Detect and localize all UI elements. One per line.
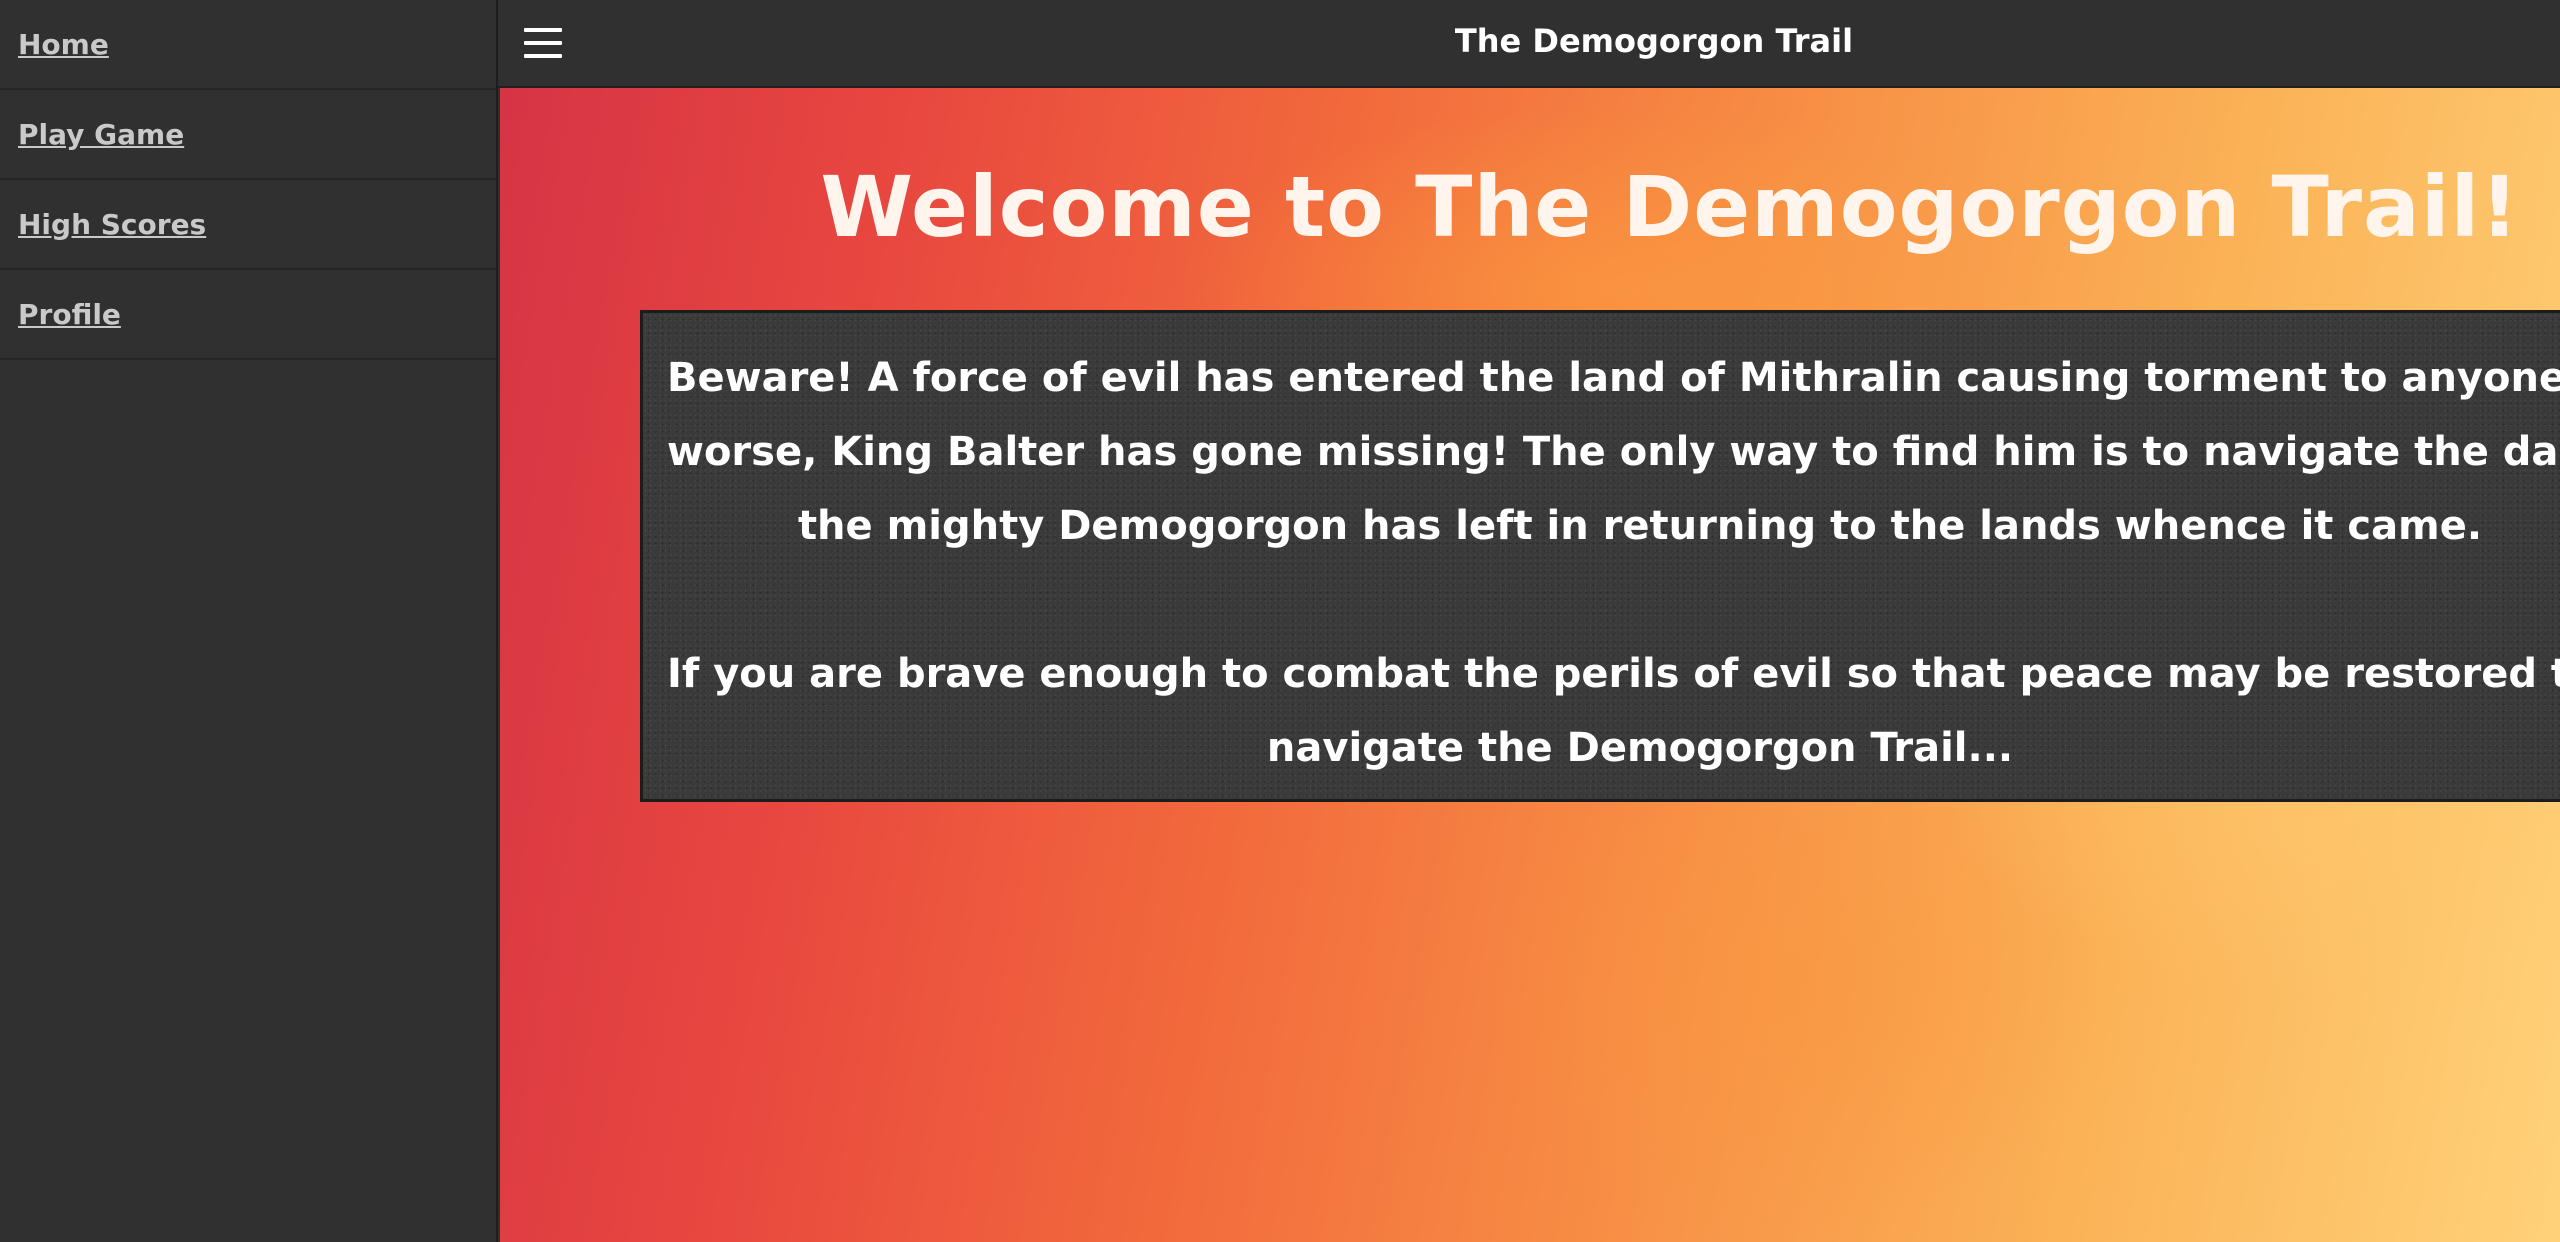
sidebar-link-play-game[interactable]: Play Game: [18, 118, 184, 151]
story-line-3: the mighty Demogorgon has left in return…: [797, 503, 2483, 549]
sidebar-link-home[interactable]: Home: [18, 28, 109, 61]
app-root: Home Play Game High Scores Profile The D…: [0, 0, 2560, 1242]
main-content: Welcome to The Demogorgon Trail! Beware!…: [500, 88, 2560, 1242]
sidebar-item-profile[interactable]: Profile: [0, 270, 496, 360]
sidebar-item-high-scores[interactable]: High Scores: [0, 180, 496, 270]
story-line-4: If you are brave enough to combat the pe…: [667, 651, 2560, 697]
story-line-2: worse, King Balter has gone missing! The…: [667, 429, 2560, 475]
sidebar-link-high-scores[interactable]: High Scores: [18, 208, 206, 241]
story-line-1: Beware! A force of evil has entered the …: [667, 355, 2560, 401]
top-bar: The Demogorgon Trail: [498, 0, 2560, 88]
story-paragraph-2: If you are brave enough to combat the pe…: [667, 637, 2560, 785]
welcome-heading: Welcome to The Demogorgon Trail!: [820, 158, 2520, 256]
story-line-5: navigate the Demogorgon Trail...: [1266, 725, 2014, 771]
sidebar-link-profile[interactable]: Profile: [18, 298, 121, 331]
sidebar-item-home[interactable]: Home: [0, 0, 496, 90]
story-box: Beware! A force of evil has entered the …: [640, 310, 2560, 802]
story-paragraph-1: Beware! A force of evil has entered the …: [667, 341, 2560, 563]
page-title: The Demogorgon Trail: [1454, 22, 1854, 60]
sidebar-item-play-game[interactable]: Play Game: [0, 90, 496, 180]
sidebar-nav: Home Play Game High Scores Profile: [0, 0, 498, 1242]
